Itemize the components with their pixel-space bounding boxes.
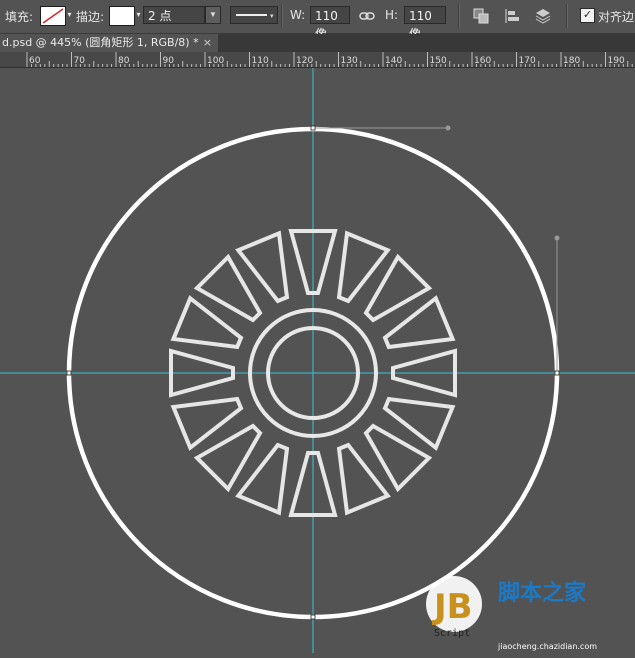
document-tab[interactable]: d.psd @ 445% (圆角矩形 1, RGB/8) * × <box>0 34 218 52</box>
watermark: JB Script 脚本之家 jiaocheng.chazidian.com <box>420 570 635 653</box>
ruler-label: 120 <box>296 56 313 66</box>
fill-swatch[interactable] <box>40 6 66 26</box>
align-edges-checkbox[interactable]: ✓ <box>580 8 595 23</box>
align-edges-label: 对齐边 <box>598 10 635 24</box>
document-tab-title: d.psd @ 445% (圆角矩形 1, RGB/8) * <box>2 36 199 49</box>
stroke-width-dropdown-icon[interactable]: ▼ <box>205 6 221 24</box>
ruler-label: 170 <box>519 56 536 66</box>
watermark-logo-letters: JB <box>432 587 473 627</box>
anchor-point <box>554 370 560 376</box>
ruler-label: 60 <box>29 56 41 66</box>
width-field[interactable]: 110 像 <box>310 6 350 41</box>
ruler-label: 110 <box>252 56 269 66</box>
ruler-label: 90 <box>163 56 175 66</box>
height-field[interactable]: 110 像 <box>404 6 446 41</box>
horizontal-ruler[interactable]: 60 70 80 90 100 110 120 130 140 150 160 170 180 190 <box>0 52 635 68</box>
anchor-point <box>310 614 316 620</box>
close-icon[interactable]: × <box>203 34 212 52</box>
document-tab-bar: d.psd @ 445% (圆角矩形 1, RGB/8) * × <box>0 34 635 52</box>
separator <box>566 4 568 28</box>
line-style-icon: ▾ <box>236 12 274 20</box>
anchor-point <box>66 370 72 376</box>
stroke-width-field[interactable]: 2 点 <box>143 6 205 24</box>
anchor-point <box>310 125 316 131</box>
stroke-label: 描边: <box>76 10 105 24</box>
ruler-label: 150 <box>430 56 447 66</box>
stroke-line-style[interactable]: ▾ <box>230 6 278 24</box>
fill-label: 填充: <box>5 10 34 24</box>
width-label: W: <box>290 8 306 22</box>
canvas-artwork <box>0 68 635 653</box>
ruler-label: 140 <box>385 56 402 66</box>
options-bar: 填充: ▾ 描边: ▾ 2 点 ▼ ▾ W: 110 像 H: 110 像 ✓ … <box>0 0 635 41</box>
ruler-label: 70 <box>74 56 86 66</box>
svg-text:▾: ▾ <box>270 12 274 20</box>
stroke-dropdown-icon[interactable]: ▾ <box>134 6 143 24</box>
ruler-label: 130 <box>341 56 358 66</box>
height-label: H: <box>385 8 399 22</box>
ruler-label: 180 <box>563 56 580 66</box>
ruler-ticks: 60 70 80 90 100 110 120 130 140 150 160 170 180 190 <box>26 52 633 67</box>
separator <box>281 4 283 28</box>
ruler-label: 160 <box>474 56 491 66</box>
watermark-site-cn: 脚本之家 <box>498 580 587 606</box>
ruler-label: 100 <box>207 56 224 66</box>
path-alignment-icon[interactable] <box>503 7 521 25</box>
ruler-label: 190 <box>608 56 625 66</box>
stroke-swatch[interactable] <box>109 6 135 26</box>
link-icon[interactable] <box>358 7 376 25</box>
direction-handle <box>554 235 560 241</box>
watermark-site-url: jiaocheng.chazidian.com <box>497 642 597 651</box>
watermark-script-text: Script <box>434 628 470 639</box>
no-fill-icon <box>42 8 64 24</box>
path-operations-icon[interactable] <box>472 7 490 25</box>
separator <box>458 4 460 28</box>
fill-dropdown-icon[interactable]: ▾ <box>65 6 74 24</box>
path-arrangement-icon[interactable] <box>534 7 552 25</box>
ruler-label: 80 <box>118 56 130 66</box>
watermark-logo: JB Script 脚本之家 jiaocheng.chazidian.com <box>426 576 597 651</box>
document-canvas[interactable] <box>0 68 635 653</box>
direction-handle <box>445 125 451 131</box>
